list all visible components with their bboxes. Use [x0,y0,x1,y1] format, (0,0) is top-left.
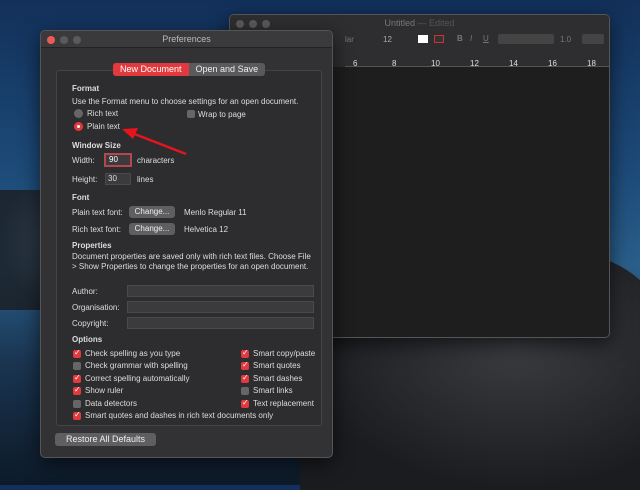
annotation-arrow [122,128,187,156]
